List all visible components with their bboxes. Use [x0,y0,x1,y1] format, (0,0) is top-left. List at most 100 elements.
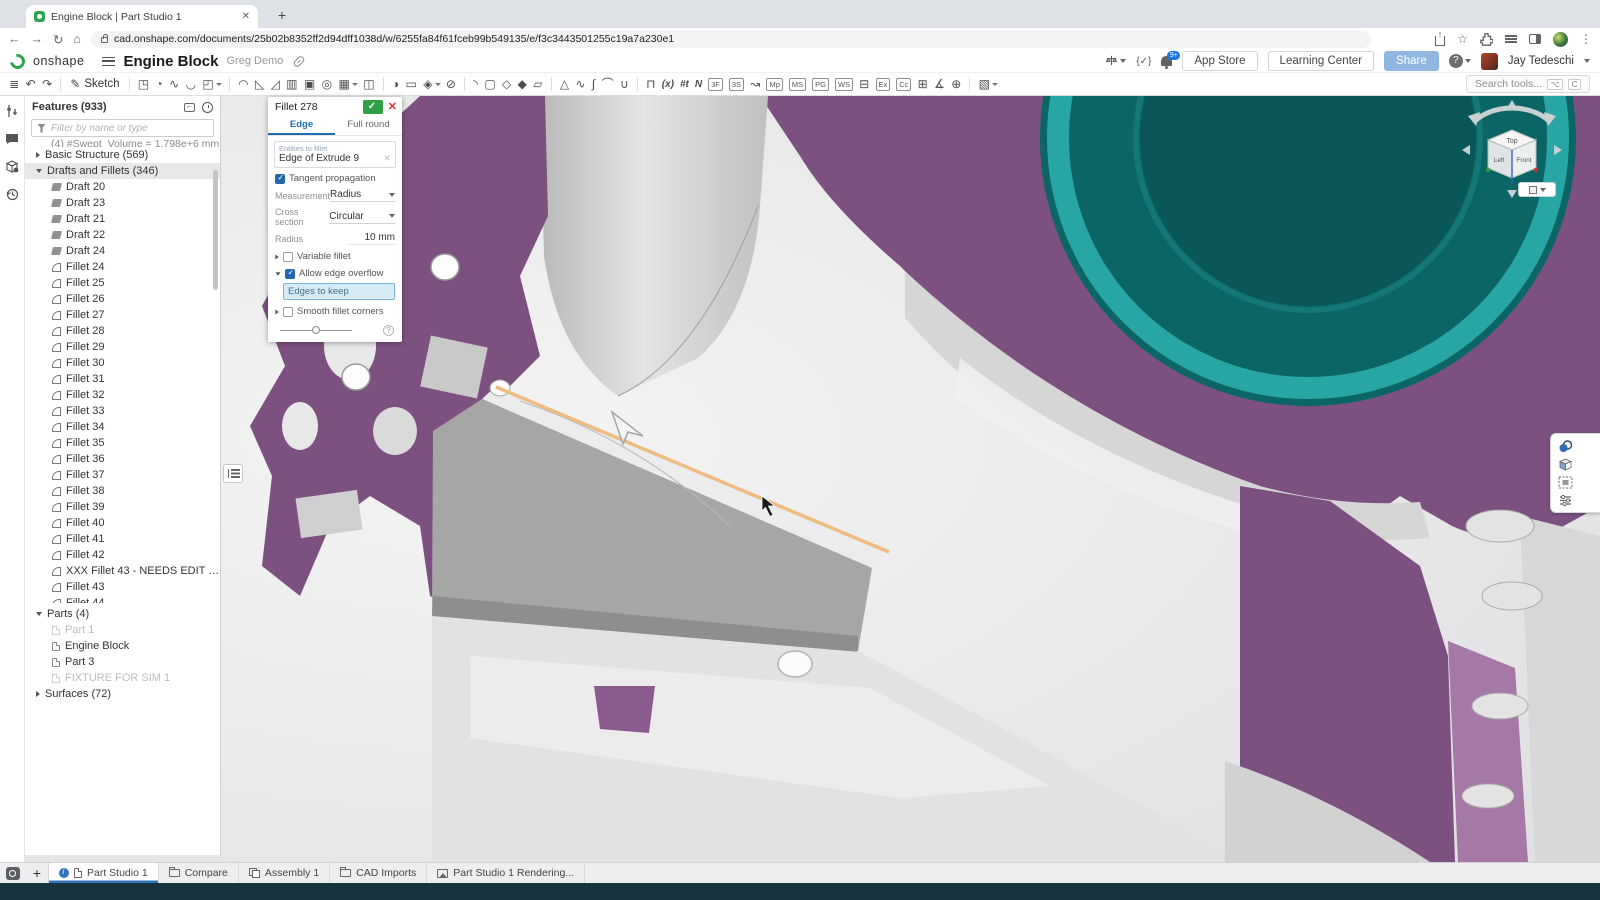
notifications-bell-icon[interactable]: 9+ [1161,56,1172,66]
featurescript-check-icon[interactable]: {✓} [1136,56,1151,67]
move-face-icon[interactable]: ◇ [502,74,511,94]
offset-surface-icon[interactable]: ▱ [533,74,542,94]
fs-spline-icon[interactable]: N [695,79,702,90]
dropdown-caret-icon[interactable] [352,83,358,86]
feature-item[interactable]: Fillet 29 [25,339,220,355]
help-icon[interactable] [383,325,394,336]
custom-feature-3f-icon[interactable]: 3F [708,78,723,91]
sheet-metal-icon[interactable]: ⊓ [646,74,655,94]
chevron-right-icon[interactable] [36,152,40,158]
browser-tab[interactable]: Engine Block | Part Studio 1 ✕ [26,5,258,28]
clipped-variable-item[interactable]: (4) #Swept_Volume = 1.798e+6 mm [25,138,220,147]
smooth-corners-checkbox[interactable] [283,307,293,317]
collapse-panel-icon[interactable] [184,103,195,112]
reading-list-icon[interactable] [1505,34,1517,44]
chevron-down-icon[interactable] [36,612,42,616]
shell-icon[interactable]: ▣ [304,74,315,94]
named-views-icon[interactable]: ▧ [979,74,990,94]
draft-icon[interactable]: ◿ [271,74,280,94]
part-item[interactable]: Engine Block [25,638,220,654]
forward-icon[interactable]: → [31,32,44,46]
bottom-tab-assembly-1[interactable]: Assembly 1 [238,863,329,883]
bottom-tab-part-studio-1[interactable]: Part Studio 1 [48,863,158,883]
accept-button[interactable] [363,100,383,114]
reload-icon[interactable]: ↻ [53,32,63,47]
slider-handle[interactable] [312,326,320,334]
back-icon[interactable]: ← [8,32,21,46]
feature-item[interactable]: Fillet 42 [25,547,220,563]
browser-menu-icon[interactable]: ⋮ [1580,32,1592,46]
feature-list-scrollbar[interactable] [213,170,218,290]
extensions-icon[interactable] [1480,33,1493,46]
feature-item[interactable]: Fillet 40 [25,515,220,531]
feature-item[interactable]: Draft 23 [25,195,220,211]
custom-feature-ms-icon[interactable]: MS [789,78,806,91]
tab-close-icon[interactable]: ✕ [242,11,250,22]
undo-icon[interactable]: ↶ [26,74,36,94]
tangent-propagation-checkbox[interactable] [275,174,285,184]
chevron-right-icon[interactable] [275,309,278,314]
feature-item[interactable]: Fillet 34 [25,419,220,435]
versions-icon[interactable] [5,160,19,173]
configuration-panel-icon[interactable] [1558,494,1573,507]
feature-item[interactable]: Fillet 39 [25,499,220,515]
search-tools-input[interactable]: Search tools... ⌥ C [1466,75,1590,93]
feature-item[interactable]: Draft 21 [25,211,220,227]
browser-share-icon[interactable] [1435,36,1445,46]
group-basic-structure[interactable]: Basic Structure (569) [25,147,220,163]
group-parts[interactable]: Parts (4) [25,606,220,622]
group-surfaces[interactable]: Surfaces (72) [25,686,220,702]
mirror-icon[interactable]: ◫ [363,74,374,94]
feature-item[interactable]: Fillet 43 [25,579,220,595]
custom-feature-mp-icon[interactable]: Mp [766,78,782,91]
dropdown-caret-icon[interactable] [216,83,222,86]
render-monitor-icon[interactable]: ⊟ [859,74,869,94]
fillet-icon[interactable]: ◠ [238,74,248,94]
part-item[interactable]: Part 3 [25,654,220,670]
simulation-icon[interactable]: ⊞ [918,74,928,94]
remove-entity-icon[interactable] [383,153,391,164]
measure-icon[interactable]: ∡ [934,74,945,94]
clipped-feature-item[interactable]: Fillet 44 [25,595,220,603]
cancel-button[interactable] [388,100,397,114]
chevron-right-icon[interactable] [275,254,278,259]
feature-item[interactable]: Fillet 37 [25,467,220,483]
measurement-select[interactable]: Radius [330,189,395,202]
modify-fillet-icon[interactable]: ◝ [473,74,478,94]
tab-full-round[interactable]: Full round [335,117,402,135]
cross-section-select[interactable]: Circular [329,211,395,224]
onshape-logo[interactable] [7,51,28,72]
composite-curve-icon[interactable]: ∪ [620,74,629,94]
view-options-button[interactable] [1518,182,1556,197]
bottom-tab-part-studio-1-rendering-[interactable]: Part Studio 1 Rendering... [426,863,585,883]
custom-feature-ex-icon[interactable]: Ex [876,78,891,91]
revolve-icon[interactable]: ◔ [155,74,162,94]
custom-feature-ws-icon[interactable]: WS [835,78,853,91]
bottom-tab-cad-imports[interactable]: CAD Imports [329,863,426,883]
group-drafts-and-fillets[interactable]: Drafts and Fillets (346) [25,163,220,179]
chevron-down-icon[interactable] [36,169,42,173]
spline-icon[interactable]: ∫ [592,74,595,94]
custom-feature-pg-icon[interactable]: PG [812,78,829,91]
extrude-icon[interactable]: ◳ [138,74,149,94]
feature-item[interactable]: XXX Fillet 43 - NEEDS EDIT OF UNDERL... [25,563,220,579]
feature-item[interactable]: Fillet 33 [25,403,220,419]
allow-edge-overflow-checkbox[interactable] [285,269,295,279]
sweep-icon[interactable]: ∿ [169,74,179,94]
part-item[interactable]: FIXTURE FOR SIM 1 [25,670,220,686]
thicken-icon[interactable]: ◰ [202,74,213,94]
plane-icon[interactable]: △ [560,74,569,94]
feature-item[interactable]: Fillet 32 [25,387,220,403]
feature-item[interactable]: Fillet 36 [25,451,220,467]
feature-item[interactable]: Draft 22 [25,227,220,243]
allow-edge-overflow-row[interactable]: Allow edge overflow [275,268,395,279]
new-tab-button[interactable]: + [272,5,292,25]
feature-item[interactable]: Fillet 25 [25,275,220,291]
routing-icon[interactable]: ↝ [750,74,760,94]
comments-icon[interactable] [5,133,19,145]
share-button[interactable]: Share [1384,51,1439,71]
feature-item[interactable]: Fillet 30 [25,355,220,371]
view-orientation-icon[interactable] [1558,458,1573,471]
feature-item[interactable]: Draft 24 [25,243,220,259]
url-omnibox[interactable]: cad.onshape.com/documents/25b02b8352ff2d… [91,31,1371,48]
